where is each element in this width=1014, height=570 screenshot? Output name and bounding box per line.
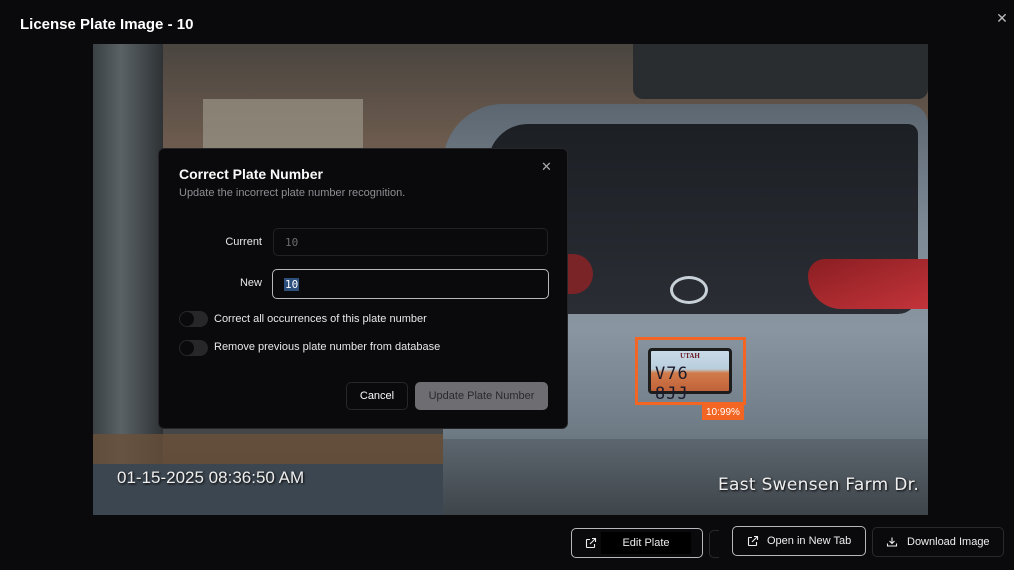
current-plate-value: 10 xyxy=(285,235,299,249)
timestamp-overlay: 01-15-2025 08:36:50 AM xyxy=(117,468,305,487)
correct-all-toggle[interactable] xyxy=(179,311,208,327)
cancel-button[interactable]: Cancel xyxy=(346,382,408,410)
license-plate-image-modal: License Plate Image - 10 ✕ UTAH V76 8JJ … xyxy=(0,0,1014,570)
detection-confidence-label: 10:99% xyxy=(702,405,744,420)
correct-plate-dialog: ✕ Correct Plate Number Update the incorr… xyxy=(158,148,568,429)
download-image-button[interactable]: Download Image xyxy=(872,527,1004,557)
modal-title: License Plate Image - 10 xyxy=(20,16,194,33)
open-new-tab-button[interactable]: Open in New Tab xyxy=(732,526,866,556)
edit-plate-label: Edit Plate xyxy=(601,532,691,554)
hidden-button-edge xyxy=(709,530,719,558)
vehicle-taillight xyxy=(808,259,928,309)
plate-text: V76 8JJ xyxy=(655,364,689,404)
vehicle-roofbox xyxy=(633,44,928,99)
close-icon[interactable]: ✕ xyxy=(994,10,1010,26)
download-icon xyxy=(886,537,898,547)
new-label: New xyxy=(239,277,262,289)
edit-plate-button[interactable]: Edit Plate xyxy=(571,528,703,558)
dialog-title: Correct Plate Number xyxy=(179,166,323,182)
plate-detection-box: UTAH V76 8JJ xyxy=(635,337,746,405)
update-plate-number-button[interactable]: Update Plate Number xyxy=(415,382,548,410)
dialog-description: Update the incorrect plate number recogn… xyxy=(179,187,406,199)
remove-previous-label: Remove previous plate number from databa… xyxy=(214,341,441,353)
license-plate: UTAH V76 8JJ xyxy=(648,348,732,404)
new-plate-input[interactable]: 10 xyxy=(272,269,549,299)
external-link-icon xyxy=(747,535,759,547)
location-overlay: East Swensen Farm Dr. xyxy=(718,475,920,495)
current-label: Current xyxy=(225,236,262,248)
current-plate-field: 10 xyxy=(273,228,548,256)
download-image-label: Download Image xyxy=(907,536,990,548)
new-plate-value: 10 xyxy=(284,277,300,291)
external-link-icon xyxy=(585,537,597,549)
correct-all-label: Correct all occurrences of this plate nu… xyxy=(214,313,427,325)
plate-state: UTAH xyxy=(680,352,700,360)
dialog-close-icon[interactable]: ✕ xyxy=(541,159,552,175)
vehicle-logo xyxy=(670,276,708,304)
remove-previous-toggle[interactable] xyxy=(179,340,208,356)
open-new-tab-label: Open in New Tab xyxy=(767,535,852,547)
